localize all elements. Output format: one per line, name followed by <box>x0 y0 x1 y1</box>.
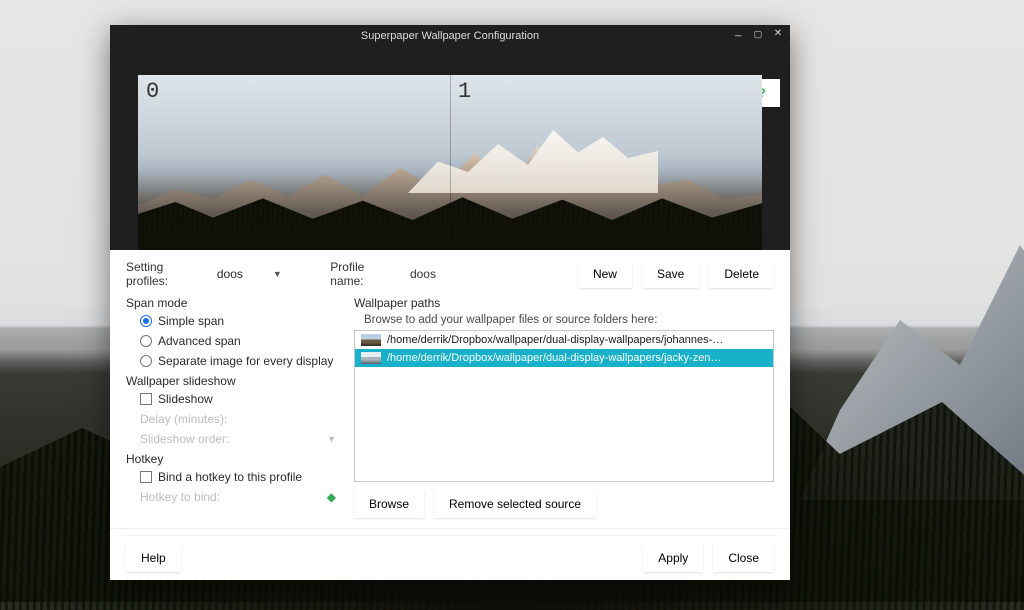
monitor-label-0: 0 <box>146 79 159 104</box>
profile-name-input[interactable] <box>406 264 558 284</box>
path-list-item[interactable]: /home/derrik/Dropbox/wallpaper/dual-disp… <box>355 331 773 349</box>
chevron-down-icon: ▼ <box>327 434 336 444</box>
preview-area: ? 0 1 <box>110 47 790 250</box>
help-button[interactable]: Help <box>126 544 181 572</box>
apply-button[interactable]: Apply <box>643 544 703 572</box>
path-text: /home/derrik/Dropbox/wallpaper/dual-disp… <box>387 334 723 346</box>
span-advanced-radio[interactable]: Advanced span <box>126 332 336 350</box>
close-button[interactable]: Close <box>713 544 774 572</box>
main-columns: Span mode Simple span Advanced span Sepa… <box>126 294 774 518</box>
span-simple-radio[interactable]: Simple span <box>126 312 336 330</box>
wallpaper-path-list[interactable]: /home/derrik/Dropbox/wallpaper/dual-disp… <box>354 330 774 482</box>
footer-bar: Help Apply Close <box>126 535 774 572</box>
slideshow-group-label: Wallpaper slideshow <box>126 374 336 388</box>
wallpaper-paths-label: Wallpaper paths <box>354 296 774 310</box>
right-column: Wallpaper paths Browse to add your wallp… <box>354 294 774 518</box>
preview-snowcaps <box>408 123 658 193</box>
close-window-button[interactable] <box>772 28 784 40</box>
browse-button[interactable]: Browse <box>354 490 424 518</box>
wallpaper-paths-hint: Browse to add your wallpaper files or so… <box>354 314 774 326</box>
path-text: /home/derrik/Dropbox/wallpaper/dual-disp… <box>387 352 721 364</box>
save-profile-button[interactable]: Save <box>642 260 699 288</box>
radio-icon <box>140 315 152 327</box>
span-mode-label: Span mode <box>126 296 336 310</box>
titlebar: Superpaper Wallpaper Configuration <box>110 25 790 47</box>
monitor-divider <box>450 75 451 250</box>
span-simple-label: Simple span <box>158 314 224 328</box>
checkbox-icon <box>140 471 152 483</box>
profile-select-value: doos <box>217 267 243 281</box>
app-window: Superpaper Wallpaper Configuration ? 0 1… <box>110 25 790 580</box>
span-advanced-label: Advanced span <box>158 334 241 348</box>
remove-source-button[interactable]: Remove selected source <box>434 490 596 518</box>
hotkey-bind-row: Hotkey to bind: ◆ <box>126 488 336 506</box>
chevron-down-icon: ▼ <box>273 269 282 279</box>
footer-right: Apply Close <box>643 544 774 572</box>
hotkey-checkbox-label: Bind a hotkey to this profile <box>158 470 302 484</box>
setting-profiles-label: Setting profiles: <box>126 260 203 288</box>
profiles-row: Setting profiles: doos ▼ Profile name: N… <box>126 260 774 288</box>
footer-separator <box>110 528 790 529</box>
span-separate-label: Separate image for every display <box>158 354 333 368</box>
slideshow-order-label: Slideshow order: <box>140 432 229 446</box>
hotkey-group-label: Hotkey <box>126 452 336 466</box>
hotkey-checkbox[interactable]: Bind a hotkey to this profile <box>126 468 336 486</box>
hotkey-hint-icon[interactable]: ◆ <box>327 490 336 504</box>
window-controls <box>732 28 784 40</box>
span-separate-radio[interactable]: Separate image for every display <box>126 352 336 370</box>
radio-icon <box>140 335 152 347</box>
path-list-item[interactable]: /home/derrik/Dropbox/wallpaper/dual-disp… <box>355 349 773 367</box>
left-column: Span mode Simple span Advanced span Sepa… <box>126 294 336 518</box>
content-panel: Setting profiles: doos ▼ Profile name: N… <box>110 250 790 580</box>
slideshow-checkbox-label: Slideshow <box>158 392 213 406</box>
path-actions: Browse Remove selected source <box>354 486 774 518</box>
hotkey-bind-label: Hotkey to bind: <box>140 490 220 504</box>
window-title: Superpaper Wallpaper Configuration <box>361 30 539 42</box>
wallpaper-preview: 0 1 <box>138 75 762 250</box>
delete-profile-button[interactable]: Delete <box>709 260 774 288</box>
new-profile-button[interactable]: New <box>578 260 632 288</box>
slideshow-checkbox[interactable]: Slideshow <box>126 390 336 408</box>
delay-row: Delay (minutes): <box>126 410 336 428</box>
slideshow-order-row: Slideshow order: ▼ <box>126 430 336 448</box>
slideshow-order-select: ▼ <box>327 434 336 444</box>
image-thumbnail-icon <box>361 334 381 346</box>
minimize-button[interactable] <box>732 28 744 40</box>
image-thumbnail-icon <box>361 352 381 364</box>
profile-name-label: Profile name: <box>330 260 396 288</box>
profile-select[interactable]: doos ▼ <box>213 264 303 285</box>
delay-label: Delay (minutes): <box>140 412 227 426</box>
checkbox-icon <box>140 393 152 405</box>
radio-icon <box>140 355 152 367</box>
maximize-button[interactable] <box>752 28 764 40</box>
monitor-label-1: 1 <box>458 79 471 104</box>
